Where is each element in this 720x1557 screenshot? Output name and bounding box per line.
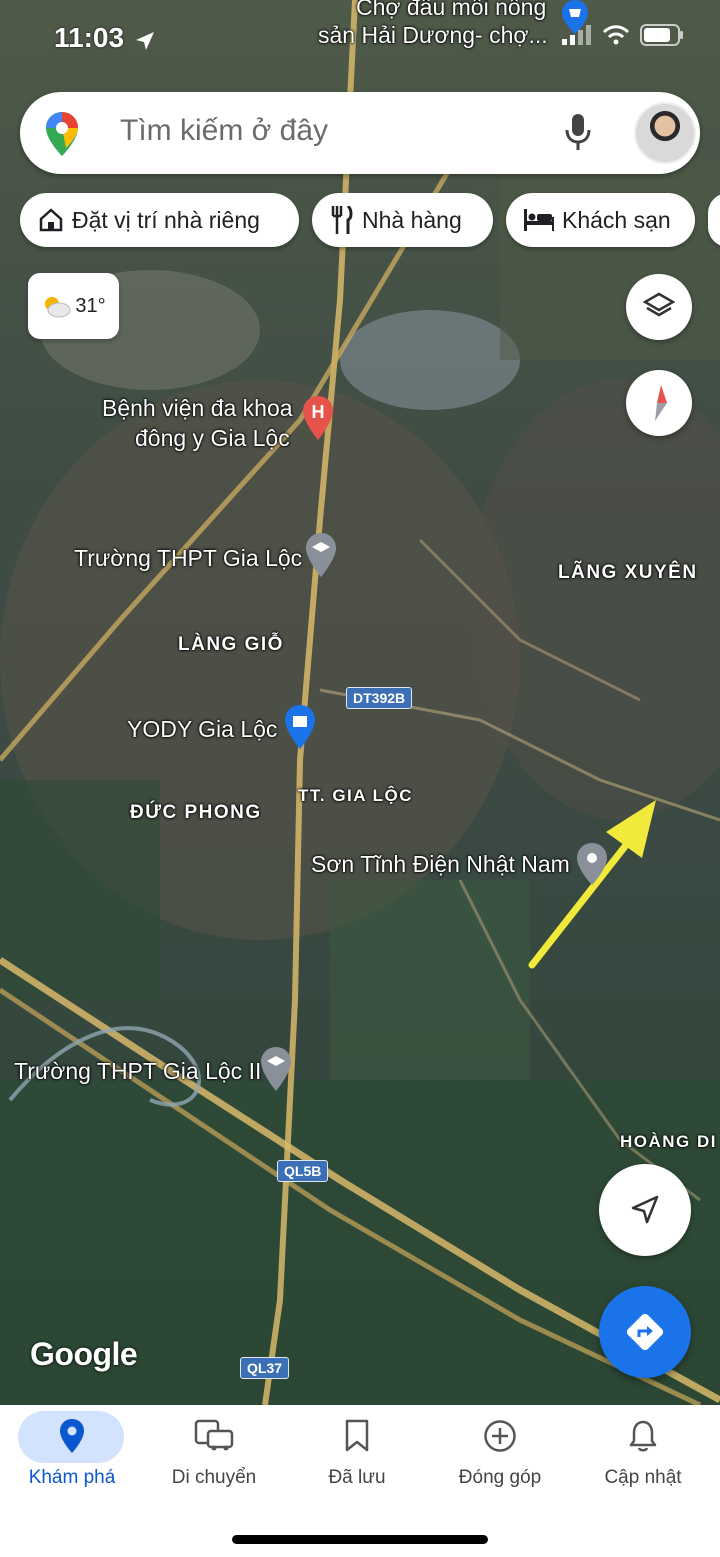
area-label-tt-gia-loc: TT. GIA LỘC xyxy=(298,786,414,805)
chip-home[interactable]: Đặt vị trí nhà riêng xyxy=(20,193,299,247)
google-maps-logo-icon xyxy=(46,112,78,156)
road-shield-ql5b: QL5B xyxy=(277,1160,329,1182)
location-arrow-icon xyxy=(136,32,154,50)
area-label-lang-gio: LÀNG GIỖ xyxy=(178,634,284,655)
svg-text:H: H xyxy=(312,402,325,422)
nav-item-label: Di chuyển xyxy=(171,1467,257,1488)
nav-item-saved[interactable]: Đã lưu xyxy=(285,1405,429,1515)
status-time: 11:03 xyxy=(54,22,125,53)
wifi-icon xyxy=(602,25,630,45)
chip-restaurant-label: Nhà hàng xyxy=(362,206,462,233)
home-indicator[interactable] xyxy=(232,1535,488,1544)
directions-button[interactable] xyxy=(599,1286,691,1378)
road-shield-ql37: QL37 xyxy=(240,1357,290,1379)
hotel-icon xyxy=(524,209,554,231)
search-input[interactable]: Tìm kiếm ở đây xyxy=(120,114,328,148)
weather-temp: 31° xyxy=(75,294,106,317)
navigation-arrow-icon xyxy=(631,1195,659,1224)
home-icon xyxy=(39,208,63,232)
nav-item-label: Đóng góp xyxy=(458,1467,542,1488)
poi-label-hospital-line2[interactable]: đông y Gia Lộc xyxy=(135,425,290,452)
area-label-duc-phong: ĐỨC PHONG xyxy=(130,802,262,823)
status-icons xyxy=(562,24,684,46)
poi-label-school[interactable]: Trường THPT Gia Lộc xyxy=(74,545,302,572)
chip-home-label: Đặt vị trí nhà riêng xyxy=(72,206,260,233)
nav-item-label: Cập nhật xyxy=(604,1467,682,1488)
area-label-hoang-di: HOÀNG DI xyxy=(620,1132,717,1151)
signal-icon xyxy=(562,25,591,45)
nav-item-commute[interactable]: Di chuyển xyxy=(142,1405,286,1515)
search-bar[interactable]: Tìm kiếm ở đây xyxy=(20,92,700,174)
chip-hotel-label: Khách sạn xyxy=(562,206,671,233)
poi-label-market-line2[interactable]: sản Hải Dương- chợ... xyxy=(318,22,548,49)
nav-item-explore[interactable]: Khám phá xyxy=(0,1405,144,1515)
location-pin-icon xyxy=(60,1419,84,1453)
layers-icon xyxy=(643,292,675,317)
avatar[interactable] xyxy=(634,102,696,164)
hospital-pin-icon[interactable]: H xyxy=(302,396,334,442)
shopping-bag-pin-icon[interactable] xyxy=(284,705,316,751)
place-pin-icon[interactable] xyxy=(576,843,608,887)
my-location-button[interactable] xyxy=(599,1164,691,1256)
nav-item-updates[interactable]: Cập nhật xyxy=(571,1405,715,1515)
nav-item-label: Đã lưu xyxy=(328,1467,386,1488)
google-attribution: Google xyxy=(30,1336,138,1372)
poi-label-school-2[interactable]: Trường THPT Gia Lộc II xyxy=(14,1058,261,1085)
poi-label-hospital-line1[interactable]: Bệnh viện đa khoa xyxy=(102,395,293,422)
restaurant-icon xyxy=(331,206,353,234)
school-pin-icon-2[interactable] xyxy=(260,1047,292,1093)
battery-icon xyxy=(640,24,683,46)
poi-label-market-line1[interactable]: Chợ đầu mối nông xyxy=(356,0,546,21)
add-circle-icon xyxy=(484,1420,516,1452)
compass-button[interactable] xyxy=(626,370,692,436)
bell-icon xyxy=(629,1420,657,1452)
poi-label-yody[interactable]: YODY Gia Lộc xyxy=(127,716,277,743)
layers-button[interactable] xyxy=(626,274,692,340)
directions-icon xyxy=(626,1313,664,1351)
poi-label-son-tinh-dien[interactable]: Sơn Tĩnh Điện Nhật Nam xyxy=(311,851,570,878)
area-label-lang-xuyen: LÃNG XUYÊN xyxy=(558,562,698,583)
road-shield-dt392b: DT392B xyxy=(346,687,413,709)
school-pin-icon[interactable] xyxy=(305,533,337,579)
partly-cloudy-icon xyxy=(45,297,71,318)
commute-icon xyxy=(194,1419,234,1451)
nav-item-label: Khám phá xyxy=(28,1467,116,1488)
weather-widget[interactable]: 31° xyxy=(28,273,119,339)
chip-hotel[interactable]: Khách sạn xyxy=(506,193,695,247)
chip-restaurant[interactable]: Nhà hàng xyxy=(312,193,493,247)
bookmark-icon xyxy=(345,1419,369,1452)
mic-icon[interactable] xyxy=(564,114,592,152)
compass-icon xyxy=(655,385,667,421)
nav-item-contribute[interactable]: Đóng góp xyxy=(428,1405,572,1515)
